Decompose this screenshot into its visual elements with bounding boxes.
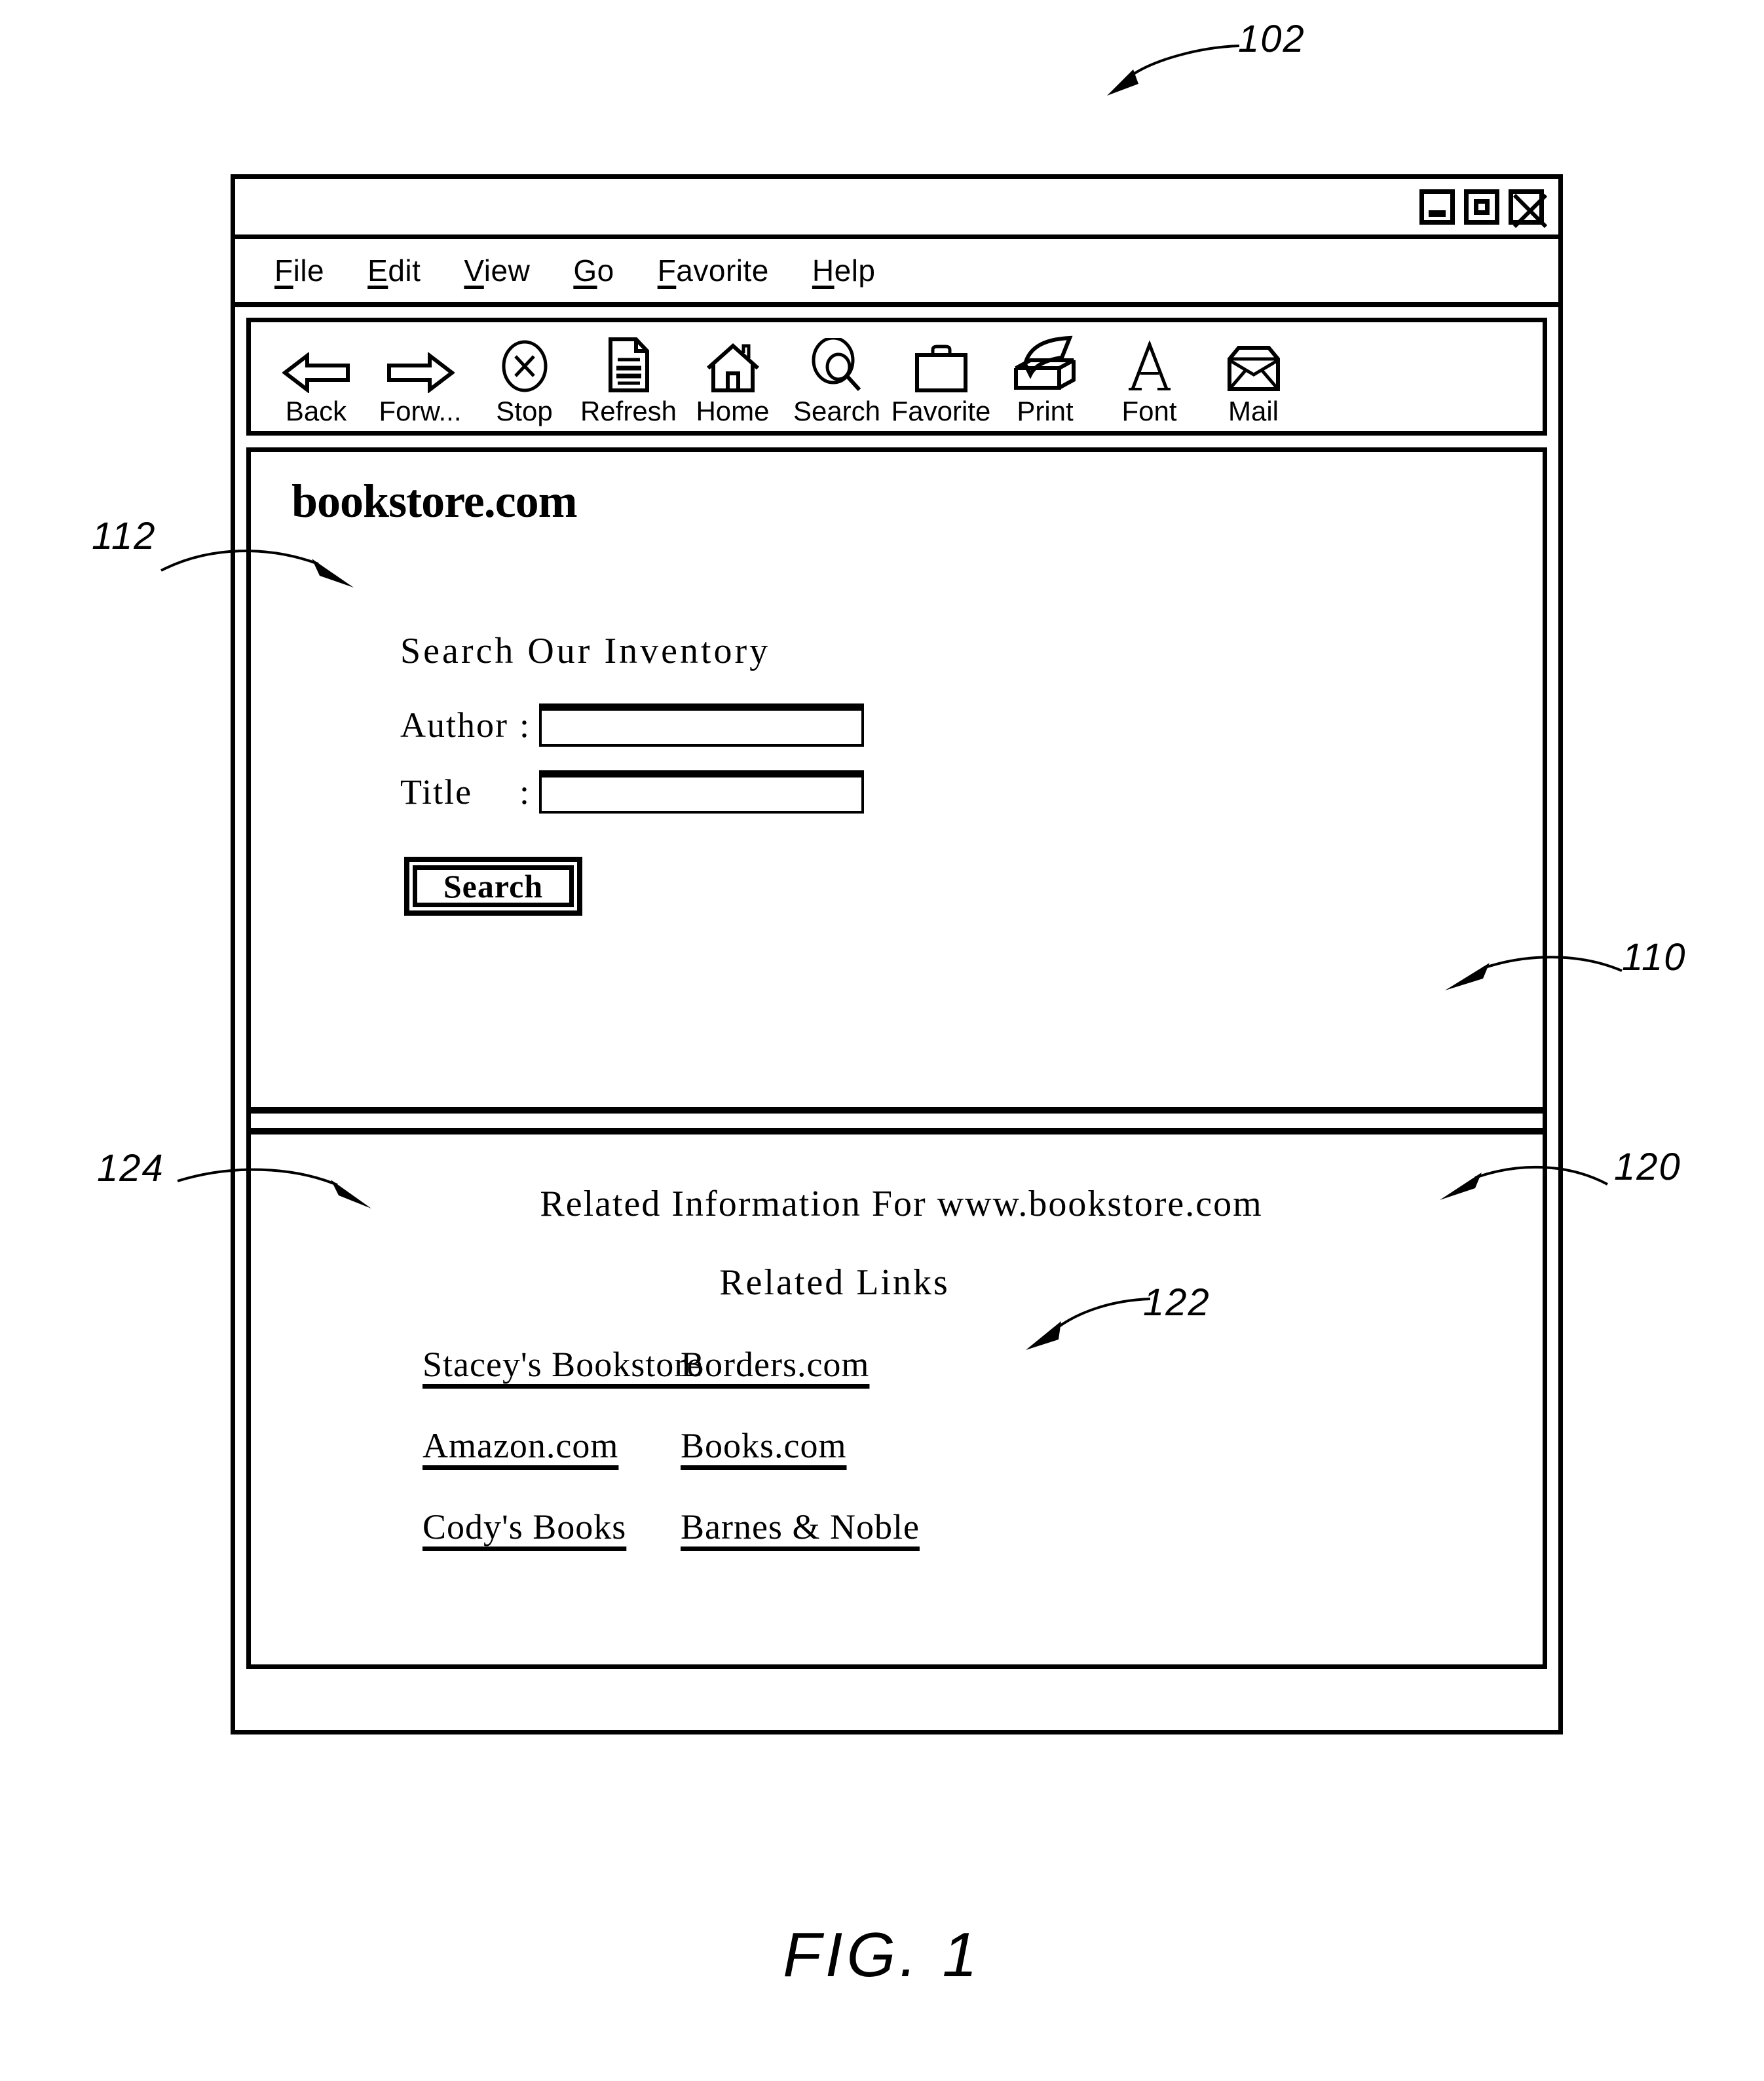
title-bar (235, 179, 1558, 239)
menu-item-help[interactable]: Help (812, 253, 876, 288)
related-link-staceys-bookstore[interactable]: Stacey's Bookstore (422, 1344, 703, 1385)
menu-bar: File Edit View Go Favorite Help (235, 239, 1558, 307)
maximize-button[interactable] (1464, 189, 1499, 225)
menu-item-go[interactable]: Go (573, 253, 614, 288)
pane-divider-gap (251, 1114, 1543, 1128)
toolbar: Back Forw... Stop Refresh Home Search Fa… (246, 318, 1547, 436)
house-icon (705, 343, 760, 393)
toolbar-button-stop-label: Stop (496, 396, 553, 426)
search-form: Search Our Inventory Author : Title : Se… (400, 630, 864, 916)
search-submit-button-label: Search (443, 868, 544, 905)
toolbar-button-back-label: Back (285, 396, 347, 426)
stop-x-circle-icon (501, 340, 548, 393)
author-input[interactable] (539, 703, 864, 747)
leader-line-122 (1026, 1298, 1151, 1350)
toolbar-button-font-label: Font (1121, 396, 1177, 426)
pane-divider-bottom (251, 1128, 1543, 1134)
toolbar-button-search-label: Search (793, 396, 881, 426)
menu-item-file-rest: ile (293, 253, 325, 288)
search-pane: bookstore.com Search Our Inventory Autho… (251, 452, 1543, 1107)
toolbar-button-print-label: Print (1017, 396, 1074, 426)
search-submit-button-inner: Search (413, 865, 574, 907)
toolbar-button-forward[interactable]: Forw... (368, 345, 472, 427)
reference-numeral-112: 112 (92, 515, 157, 557)
leader-line-112 (160, 550, 354, 588)
magnifier-icon (811, 338, 863, 393)
toolbar-button-back[interactable]: Back (264, 345, 368, 427)
leader-line-120 (1440, 1165, 1608, 1200)
toolbar-button-home-label: Home (696, 396, 770, 426)
close-button[interactable] (1509, 189, 1548, 228)
menu-item-file[interactable]: File (274, 253, 324, 288)
menu-item-favorite-rest: avorite (676, 253, 769, 288)
toolbar-button-mail-label: Mail (1228, 396, 1279, 426)
letter-a-icon (1127, 341, 1172, 393)
menu-item-view[interactable]: View (464, 253, 530, 288)
browser-window: File Edit View Go Favorite Help Back For… (231, 174, 1563, 1734)
browser-viewport: bookstore.com Search Our Inventory Autho… (246, 447, 1547, 1669)
printer-icon (1011, 335, 1080, 393)
toolbar-button-favorite[interactable]: Favorite (889, 345, 993, 427)
related-links-heading: Related Links (719, 1262, 950, 1303)
related-link-amazon[interactable]: Amazon.com (422, 1425, 618, 1466)
toolbar-container: Back Forw... Stop Refresh Home Search Fa… (235, 307, 1558, 447)
briefcase-icon (913, 345, 969, 393)
search-form-heading: Search Our Inventory (400, 631, 771, 671)
close-icon (1512, 193, 1548, 228)
title-input[interactable] (539, 770, 864, 814)
menu-item-help-rest: elp (834, 253, 876, 288)
title-field-colon: : (519, 772, 530, 812)
toolbar-button-favorite-label: Favorite (891, 396, 991, 426)
title-field-row: Title : (400, 770, 864, 814)
arrow-right-icon (386, 345, 455, 393)
toolbar-button-print[interactable]: Print (993, 335, 1097, 427)
menu-item-favorite[interactable]: Favorite (658, 253, 769, 288)
author-field-colon: : (519, 705, 530, 745)
related-link-barnes-noble[interactable]: Barnes & Noble (681, 1507, 920, 1547)
toolbar-button-search[interactable]: Search (785, 338, 889, 427)
toolbar-button-font[interactable]: Font (1097, 341, 1201, 427)
arrow-left-icon (282, 345, 350, 393)
leader-line-102 (1107, 45, 1240, 96)
author-field-label: Author (400, 705, 508, 745)
document-page-icon (607, 337, 650, 393)
related-link-borders[interactable]: Borders.com (681, 1344, 869, 1385)
toolbar-button-stop[interactable]: Stop (472, 340, 576, 427)
envelope-icon (1226, 345, 1282, 393)
minimize-button[interactable] (1419, 189, 1455, 225)
related-link-books[interactable]: Books.com (681, 1425, 847, 1466)
toolbar-button-home[interactable]: Home (681, 343, 785, 427)
menu-item-go-rest: o (597, 253, 614, 288)
search-submit-button[interactable]: Search (404, 857, 582, 916)
toolbar-button-refresh[interactable]: Refresh (576, 337, 681, 427)
reference-numeral-124: 124 (97, 1147, 164, 1190)
related-information-heading: Related Information For www.bookstore.co… (540, 1184, 1263, 1224)
toolbar-button-mail[interactable]: Mail (1201, 345, 1305, 427)
toolbar-button-forward-label: Forw... (379, 396, 462, 426)
related-links-grid: Stacey's Bookstore Borders.com Amazon.co… (251, 1344, 1543, 1547)
toolbar-button-refresh-label: Refresh (580, 396, 677, 426)
pane-divider-top (251, 1107, 1543, 1114)
author-field-row: Author : (400, 703, 864, 747)
related-pane: Related Information For www.bookstore.co… (251, 1134, 1543, 1547)
title-field-label: Title (400, 772, 473, 812)
leader-line-110 (1445, 956, 1623, 990)
menu-item-edit-rest: dit (388, 253, 421, 288)
figure-caption: FIG. 1 (783, 1920, 981, 1990)
menu-item-view-rest: iew (483, 253, 531, 288)
leader-line-124 (177, 1168, 371, 1209)
menu-item-edit[interactable]: Edit (367, 253, 421, 288)
related-link-codys-books[interactable]: Cody's Books (422, 1507, 626, 1547)
